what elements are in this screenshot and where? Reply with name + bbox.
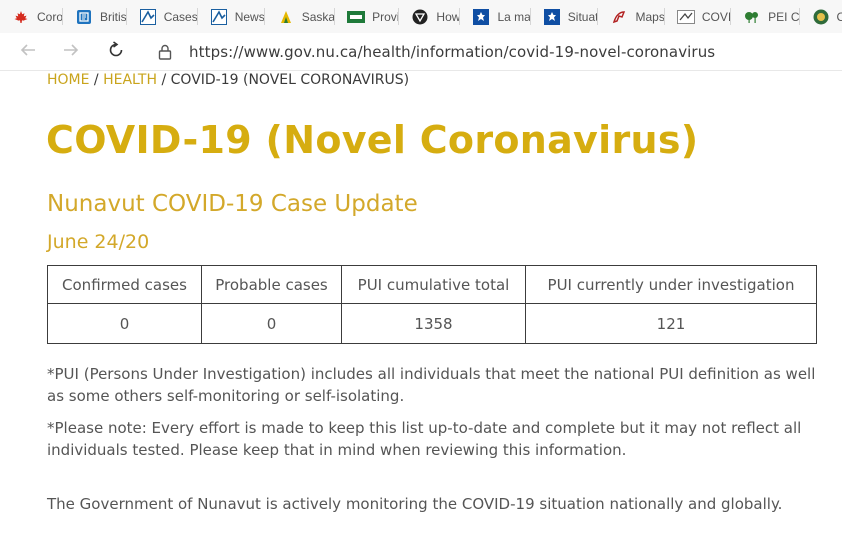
- bookmark-label: News: [234, 9, 265, 24]
- bookmark-label: Cases: [163, 9, 198, 24]
- bookmark-label: Co: [836, 9, 842, 24]
- url-text: https://www.gov.nu.ca/health/information…: [189, 42, 716, 61]
- bookmark-label: Britis: [100, 9, 127, 24]
- bc-icon: [75, 8, 93, 26]
- back-arrow-icon: [19, 42, 37, 63]
- update-date: June 24/20: [47, 231, 150, 253]
- breadcrumb: HOME / HEALTH / COVID-19 (NOVEL CORONAVI…: [47, 72, 409, 88]
- lock-icon: [158, 44, 172, 60]
- page-title: COVID-19 (Novel Coronavirus): [46, 118, 699, 162]
- bookmark-label: Coro: [37, 9, 64, 24]
- canada-flag-icon: [12, 8, 30, 26]
- newfoundland-icon: [812, 8, 830, 26]
- bookmark-label: Provi: [372, 9, 400, 24]
- column-header: Probable cases: [201, 265, 342, 304]
- alberta-icon: [139, 8, 157, 26]
- quebec-icon: [543, 8, 561, 26]
- column-header: Confirmed cases: [47, 265, 202, 304]
- reload-icon: [107, 40, 125, 64]
- bookmark-label: Situat: [567, 9, 599, 24]
- saskatchewan-icon: [277, 8, 295, 26]
- bookmark-coronavirus-canada[interactable]: Coro: [0, 0, 64, 33]
- bookmark-alberta-news[interactable]: News: [198, 0, 265, 33]
- table-cell: 121: [525, 303, 817, 344]
- bookmark-label: Saska: [301, 9, 336, 24]
- forward-button[interactable]: [59, 40, 83, 64]
- table-cell: 0: [201, 303, 342, 344]
- manitoba-icon: [347, 8, 366, 26]
- nova-scotia-icon: [676, 8, 695, 26]
- bookmark-label: COVI: [701, 9, 732, 24]
- bookmark-new-brunswick-maps[interactable]: Maps: [598, 0, 665, 33]
- pei-icon: [743, 8, 761, 26]
- monitoring-paragraph: The Government of Nunavut is actively mo…: [47, 495, 783, 513]
- column-header: PUI currently under investigation: [525, 265, 817, 304]
- breadcrumb-home-link[interactable]: HOME: [47, 72, 89, 88]
- bookmark-manitoba[interactable]: Provi: [335, 0, 400, 33]
- forward-arrow-icon: [62, 42, 80, 63]
- quebec-icon: [472, 8, 490, 26]
- browser-toolbar: https://www.gov.nu.ca/health/information…: [0, 33, 842, 71]
- column-header: PUI cumulative total: [341, 265, 526, 304]
- table-header-row: Confirmed cases Probable cases PUI cumul…: [47, 265, 817, 304]
- bookmark-ontario[interactable]: How: [399, 0, 461, 33]
- table-cell: 1358: [341, 303, 526, 344]
- breadcrumb-current: COVID-19 (NOVEL CORONAVIRUS): [170, 72, 410, 88]
- address-bar[interactable]: https://www.gov.nu.ca/health/information…: [146, 41, 842, 62]
- bookmark-label: How: [436, 9, 461, 24]
- bookmark-label: PEI C: [768, 9, 800, 24]
- alberta-icon: [210, 8, 228, 26]
- case-update-heading: Nunavut COVID-19 Case Update: [47, 191, 418, 217]
- pui-definition-note: *PUI (Persons Under Investigation) inclu…: [47, 365, 816, 405]
- breadcrumb-health-link[interactable]: HEALTH: [103, 72, 157, 88]
- breadcrumb-separator: /: [157, 72, 171, 88]
- bookmark-saskatchewan[interactable]: Saska: [265, 0, 336, 33]
- table-cell: 0: [47, 303, 202, 344]
- bookmark-nova-scotia[interactable]: COVI: [665, 0, 732, 33]
- bookmark-quebec-situation[interactable]: Situat: [531, 0, 599, 33]
- new-brunswick-icon: [610, 8, 628, 26]
- table-row: 0 0 1358 121: [47, 303, 817, 344]
- bookmark-newfoundland[interactable]: Co: [800, 0, 842, 33]
- bookmark-pei[interactable]: PEI C: [731, 0, 800, 33]
- breadcrumb-separator: /: [89, 72, 104, 88]
- bookmark-label: Maps: [635, 9, 665, 24]
- case-table: Confirmed cases Probable cases PUI cumul…: [47, 265, 817, 344]
- bookmarks-bar: Coro Britis Cases News Saska Provi How L…: [0, 0, 842, 33]
- accuracy-note: *Please note: Every effort is made to ke…: [47, 419, 802, 459]
- bookmark-label: La ma: [497, 9, 531, 24]
- bookmark-alberta-cases[interactable]: Cases: [127, 0, 198, 33]
- reload-button[interactable]: [104, 40, 128, 64]
- bookmark-british-columbia[interactable]: Britis: [63, 0, 127, 33]
- back-button[interactable]: [16, 40, 40, 64]
- ontario-icon: [411, 8, 429, 26]
- bookmark-quebec-la-maladie[interactable]: La ma: [460, 0, 531, 33]
